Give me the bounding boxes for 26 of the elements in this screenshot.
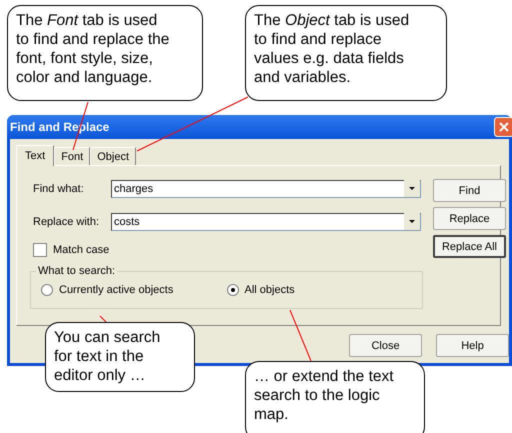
checkbox[interactable] <box>33 243 47 257</box>
tab[interactable]: Font <box>54 147 90 165</box>
radio-button[interactable] <box>41 284 53 296</box>
callout-text: The Font tab is used to find and replace the font, font style, size, color and language. <box>16 11 170 87</box>
radio-label: All objects <box>244 284 295 296</box>
dialog-button[interactable]: Close <box>349 334 422 357</box>
tab[interactable]: Object <box>90 147 136 165</box>
group-title: What to search: <box>36 265 118 277</box>
combo-box[interactable]: charges <box>111 180 421 198</box>
callout-text: You can search for text in the editor only … <box>54 328 162 385</box>
field-label: Replace with: <box>33 216 100 228</box>
checkbox-label: Match case <box>53 244 110 256</box>
callout-text: … or extend the text search to the logic map. <box>254 367 395 424</box>
field-label: Find what: <box>33 182 85 194</box>
radio-button[interactable] <box>226 284 238 296</box>
leader-line <box>100 316 108 324</box>
dialog-button[interactable]: Help <box>436 334 509 357</box>
leader-line <box>290 310 312 362</box>
callout-text: The Object tab is used to find and replace values e.g. data fields and variables. <box>254 11 410 87</box>
radio-label: Currently active objects <box>59 284 174 296</box>
dialog-button[interactable]: Replace All <box>433 235 506 258</box>
close-icon[interactable] <box>494 117 512 137</box>
tab[interactable]: Text <box>16 145 54 166</box>
combo-box[interactable]: costs <box>111 212 421 230</box>
dialog-button[interactable]: Find <box>433 179 506 202</box>
dialog-button[interactable]: Replace <box>433 207 506 230</box>
